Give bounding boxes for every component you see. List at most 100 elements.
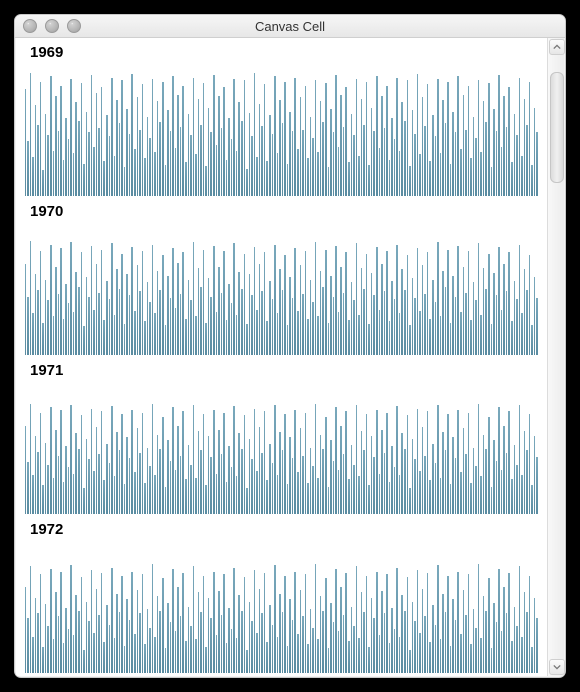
bar — [534, 277, 536, 355]
bar — [401, 269, 403, 355]
bar — [269, 281, 271, 355]
bar — [475, 466, 477, 514]
bar — [422, 589, 424, 674]
bar — [231, 629, 233, 673]
chart-scroll-area[interactable]: 1969197019711972 — [16, 38, 547, 676]
bar — [516, 299, 518, 355]
bar — [246, 169, 248, 196]
bar — [88, 621, 90, 673]
bar — [414, 298, 416, 355]
bar — [78, 449, 80, 514]
minimize-icon[interactable] — [45, 19, 59, 33]
bar — [409, 325, 411, 355]
bar — [88, 297, 90, 356]
bar — [91, 409, 93, 514]
bar — [45, 280, 47, 355]
bar — [137, 97, 139, 196]
bar — [157, 435, 159, 514]
bar — [154, 152, 156, 196]
bar — [73, 153, 75, 196]
bar — [73, 635, 75, 673]
bar — [210, 457, 212, 514]
bar — [353, 300, 355, 355]
bar — [208, 108, 210, 196]
bar — [45, 604, 47, 673]
bar — [238, 272, 240, 355]
bar — [470, 158, 472, 196]
bar — [432, 444, 434, 514]
bar — [42, 647, 44, 673]
scroll-down-button[interactable] — [549, 659, 565, 675]
bar — [407, 577, 409, 673]
bar — [25, 587, 27, 673]
bar — [142, 84, 144, 196]
bar — [389, 482, 391, 515]
bar — [457, 572, 459, 673]
zoom-icon[interactable] — [67, 19, 81, 33]
bar — [317, 152, 319, 196]
bar — [60, 248, 62, 355]
bar — [358, 315, 360, 355]
bar — [457, 246, 459, 355]
bar — [417, 570, 419, 673]
bar — [177, 426, 179, 514]
bar — [259, 589, 261, 674]
bar — [83, 326, 85, 355]
bar — [274, 245, 276, 356]
close-icon[interactable] — [23, 19, 37, 33]
bar — [287, 164, 289, 197]
bar — [335, 407, 337, 514]
bar — [384, 128, 386, 196]
bar — [373, 457, 375, 514]
bar — [58, 616, 60, 673]
titlebar[interactable]: Canvas Cell — [15, 15, 565, 38]
bar — [440, 316, 442, 355]
bar — [320, 596, 322, 673]
bar — [244, 80, 246, 196]
bar — [338, 631, 340, 673]
bar — [30, 404, 32, 515]
bar — [63, 160, 65, 196]
bar — [460, 634, 462, 673]
chevron-down-icon — [553, 663, 561, 671]
bar — [422, 427, 424, 514]
bar — [144, 483, 146, 514]
bar — [468, 574, 470, 673]
bar — [65, 608, 67, 673]
bar — [144, 644, 146, 673]
bar — [106, 605, 108, 673]
bar — [256, 471, 258, 514]
bar — [221, 293, 223, 355]
bar — [468, 251, 470, 355]
bar — [124, 167, 126, 196]
bar — [228, 118, 230, 196]
bar — [491, 324, 493, 355]
bar — [170, 461, 172, 514]
bar — [42, 485, 44, 514]
bar — [483, 268, 485, 355]
bar — [208, 436, 210, 514]
bar — [149, 466, 151, 514]
bar — [524, 431, 526, 514]
bar — [114, 315, 116, 355]
bar — [460, 149, 462, 196]
bar — [437, 79, 439, 196]
bar — [427, 84, 429, 196]
scroll-up-button[interactable] — [549, 39, 565, 55]
bar — [361, 268, 363, 355]
vertical-scrollbar[interactable] — [547, 38, 564, 676]
bar — [373, 131, 375, 196]
bar — [414, 134, 416, 196]
bar — [417, 74, 419, 196]
bar — [445, 450, 447, 514]
bar — [343, 615, 345, 674]
bar — [147, 609, 149, 673]
bar — [294, 410, 296, 514]
bar — [368, 165, 370, 196]
bar — [529, 255, 531, 355]
bar — [142, 413, 144, 514]
bar — [109, 299, 111, 355]
bar — [401, 102, 403, 196]
bar — [78, 121, 80, 196]
scrollbar-thumb[interactable] — [550, 72, 564, 183]
